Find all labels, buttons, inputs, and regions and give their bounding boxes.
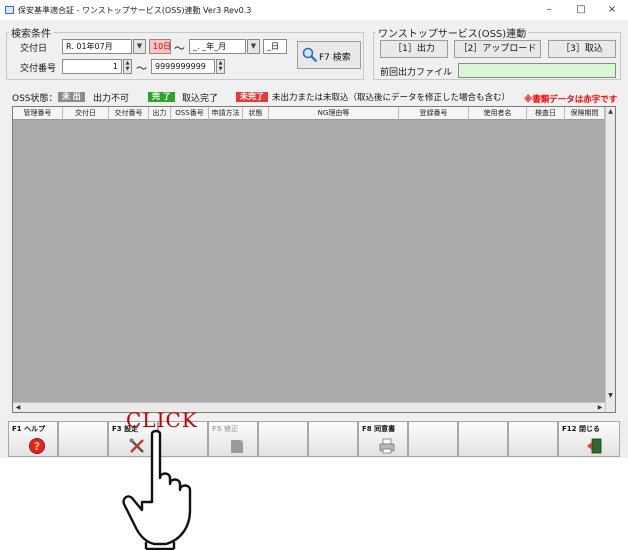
column-header[interactable]: 交付日 [63, 107, 109, 120]
results-table[interactable]: 管理番号 交付日 交付番号 出力 OSS番号 申請方法 状態 NG理由等 登録番… [12, 106, 616, 413]
printer-icon [379, 438, 395, 454]
f12-close-button[interactable]: F12 閉じる [558, 421, 620, 457]
f5-edit-button[interactable]: F5 修正 [208, 421, 258, 457]
f5-label: F5 修正 [212, 425, 239, 433]
column-header[interactable]: OSS番号 [171, 107, 209, 120]
number-from-spinner[interactable]: ▲ ▼ [123, 59, 132, 74]
date-to-dropdown[interactable]: ▼ [247, 39, 260, 54]
last-output-file-field[interactable] [458, 63, 616, 78]
minimize-button[interactable]: – [534, 2, 564, 18]
issue-number-label: 交付番号 [20, 64, 57, 74]
number-from-field[interactable]: 1 [62, 59, 122, 74]
f1-help-button[interactable]: F1 ヘルプ ? [8, 421, 58, 457]
scroll-right-arrow-icon[interactable]: ▶ [595, 403, 605, 412]
column-header[interactable]: 状態 [243, 107, 269, 120]
upload-button[interactable]: ［2］アップロード [454, 40, 541, 58]
last-output-file-label: 前回出力ファイル [380, 68, 453, 78]
search-button-label: F7 検索 [319, 53, 351, 63]
f1-label: F1 ヘルプ [12, 425, 46, 433]
number-to-field[interactable]: 9999999999 [151, 59, 215, 74]
status-badge-not-output: 未 出 [58, 92, 85, 102]
f10-button[interactable] [458, 421, 508, 457]
number-range-separator: ～ [136, 62, 147, 75]
f9-button[interactable] [408, 421, 458, 457]
date-from-day-field[interactable]: 10日 [149, 39, 171, 54]
spinner-icon: ▲ ▼ [218, 60, 223, 72]
close-button[interactable]: × [597, 2, 627, 18]
import-button[interactable]: ［3］取込 [548, 40, 616, 58]
f2-button[interactable] [58, 421, 108, 457]
column-header[interactable]: NG理由等 [269, 107, 399, 120]
vertical-scrollbar[interactable]: ▲ ▼ [605, 107, 615, 412]
exit-door-icon [587, 438, 602, 454]
column-header[interactable]: 保険期間 [565, 107, 605, 120]
f8-label: F8 同意書 [362, 425, 396, 433]
function-key-bar: F1 ヘルプ ? F3 設定 F5 修正 F8 同意書 F12 閉じる [0, 421, 628, 457]
oss-group-label: ワンストップサービス(OSS)連動 [376, 25, 529, 40]
date-from-dropdown[interactable]: ▼ [133, 39, 146, 54]
maximize-button[interactable]: □ [566, 2, 596, 18]
spinner-icon: ▲ ▼ [125, 60, 130, 72]
date-to-day-field[interactable]: _日 [263, 39, 287, 54]
column-header[interactable]: 登録番号 [399, 107, 469, 120]
scroll-left-arrow-icon[interactable]: ◀ [13, 403, 23, 412]
column-header[interactable]: 交付番号 [109, 107, 149, 120]
table-header: 管理番号 交付日 交付番号 出力 OSS番号 申請方法 状態 NG理由等 登録番… [13, 107, 605, 120]
output-button[interactable]: ［1］出力 [380, 40, 448, 58]
status-badge-incomplete: 未完了 [236, 92, 268, 102]
edit-icon [231, 440, 243, 453]
status-badge-complete: 完 了 [148, 92, 175, 102]
help-icon: ? [29, 438, 45, 454]
app-icon [5, 6, 14, 14]
search-group-label: 検索条件 [9, 25, 53, 40]
chevron-down-icon: ▼ [136, 42, 143, 50]
date-range-separator: ～ [174, 42, 185, 55]
status-text-complete: 取込完了 [182, 94, 219, 104]
column-header[interactable]: 管理番号 [13, 107, 63, 120]
hand-pointer-icon [122, 429, 192, 550]
document-data-note: ※書類データは赤字です [524, 95, 618, 105]
f8-consent-button[interactable]: F8 同意書 [358, 421, 408, 457]
title-bar: 保安基準適合証 - ワンストップサービス(OSS)連動 Ver3 Rev0.3 … [0, 0, 628, 20]
issue-date-label: 交付日 [20, 44, 48, 54]
horizontal-scrollbar[interactable]: ◀ ▶ [13, 402, 605, 412]
f11-button[interactable] [508, 421, 558, 457]
column-header[interactable]: 申請方法 [209, 107, 243, 120]
oss-status-label: OSS状態： [12, 94, 58, 104]
f6-button[interactable] [258, 421, 308, 457]
window-title: 保安基準適合証 - ワンストップサービス(OSS)連動 Ver3 Rev0.3 [18, 6, 252, 15]
date-to-field[interactable]: _. _年_月 [189, 39, 246, 54]
column-header[interactable]: 使用者名 [469, 107, 527, 120]
chevron-down-icon: ▼ [250, 42, 257, 50]
search-button[interactable]: F7 検索 [297, 41, 361, 69]
f7-button[interactable] [308, 421, 358, 457]
scroll-down-arrow-icon[interactable]: ▼ [606, 391, 615, 401]
svg-text:?: ? [34, 440, 40, 453]
status-text-incomplete: 未出力または未取込（取込後にデータを修正した場合も含む） [272, 93, 511, 103]
magnifier-icon [302, 47, 318, 63]
date-from-field[interactable]: R. 01年07月 [62, 39, 132, 54]
scroll-up-arrow-icon[interactable]: ▲ [606, 107, 615, 117]
column-header[interactable]: 検査日 [527, 107, 565, 120]
number-to-spinner[interactable]: ▲ ▼ [216, 59, 225, 74]
f12-label: F12 閉じる [562, 425, 600, 433]
app-window: 保安基準適合証 - ワンストップサービス(OSS)連動 Ver3 Rev0.3 … [0, 0, 628, 458]
column-header[interactable]: 出力 [149, 107, 171, 120]
status-text-not-output: 出力不可 [93, 94, 130, 104]
